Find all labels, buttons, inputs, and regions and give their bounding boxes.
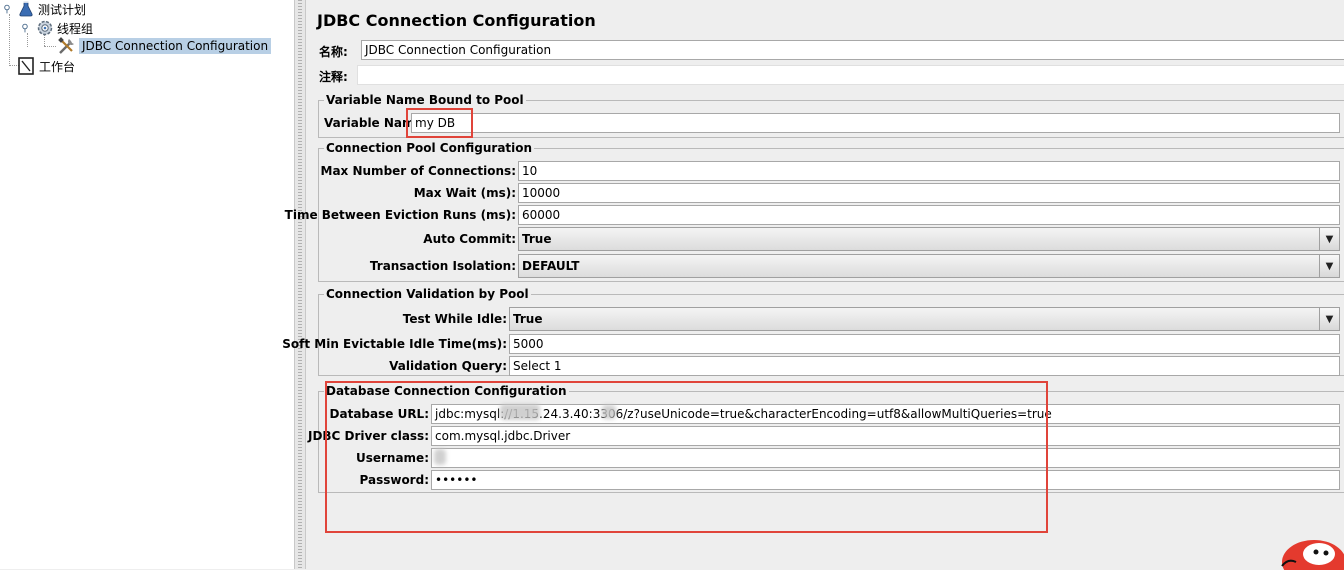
validation-query-label: Validation Query: bbox=[389, 359, 507, 373]
test-plan-tree[interactable]: ⚲ 测试计划 ⚲ 线程组 JDBC Connection Configurati… bbox=[0, 0, 294, 569]
expand-handle-icon[interactable]: ⚲ bbox=[2, 4, 12, 15]
tree-node-label: 工作台 bbox=[39, 59, 76, 74]
section-legend: Connection Validation by Pool bbox=[324, 287, 531, 301]
gear-icon bbox=[37, 20, 53, 36]
auto-commit-select[interactable]: True ▼ bbox=[518, 227, 1340, 251]
tools-icon bbox=[58, 37, 74, 54]
test-while-idle-label: Test While Idle: bbox=[402, 312, 507, 326]
transaction-isolation-value: DEFAULT bbox=[522, 259, 580, 273]
highlight-box bbox=[325, 381, 1048, 533]
tree-node-test-plan[interactable]: ⚲ 测试计划 bbox=[2, 0, 86, 18]
comment-label: 注释: bbox=[319, 70, 348, 84]
validation-query-input[interactable]: Select 1 bbox=[509, 356, 1340, 376]
tree-node-jdbc-config[interactable]: JDBC Connection Configuration bbox=[57, 37, 272, 55]
section-legend: Connection Pool Configuration bbox=[324, 141, 535, 155]
eviction-runs-input[interactable]: 60000 bbox=[518, 205, 1340, 225]
tree-node-label: 线程组 bbox=[57, 21, 94, 36]
variable-name-input[interactable]: my DB bbox=[411, 113, 1340, 133]
tree-node-workbench[interactable]: 工作台 bbox=[18, 57, 75, 75]
soft-min-idle-input[interactable]: 5000 bbox=[509, 334, 1340, 354]
highlight-box bbox=[406, 108, 473, 138]
max-wait-input[interactable]: 10000 bbox=[518, 183, 1340, 203]
pane-splitter[interactable] bbox=[294, 0, 306, 569]
expand-handle-icon[interactable]: ⚲ bbox=[20, 23, 30, 34]
chevron-down-icon[interactable]: ▼ bbox=[1319, 255, 1339, 277]
test-while-idle-select[interactable]: True ▼ bbox=[509, 307, 1340, 331]
name-label: 名称: bbox=[319, 45, 348, 59]
chevron-down-icon[interactable]: ▼ bbox=[1319, 308, 1339, 330]
test-while-idle-value: True bbox=[513, 312, 543, 326]
auto-commit-value: True bbox=[522, 232, 552, 246]
name-input[interactable]: JDBC Connection Configuration bbox=[361, 40, 1344, 60]
tree-node-thread-group[interactable]: ⚲ 线程组 bbox=[20, 19, 93, 37]
transaction-isolation-select[interactable]: DEFAULT ▼ bbox=[518, 254, 1340, 278]
flask-icon bbox=[19, 1, 33, 17]
transaction-isolation-label: Transaction Isolation: bbox=[369, 259, 516, 273]
config-panel: JDBC Connection Configuration 名称: JDBC C… bbox=[282, 0, 1344, 570]
eviction-runs-label: Time Between Eviction Runs (ms): bbox=[284, 208, 516, 222]
page-title: JDBC Connection Configuration bbox=[317, 11, 596, 30]
tree-node-label: 测试计划 bbox=[38, 2, 87, 17]
max-connections-input[interactable]: 10 bbox=[518, 161, 1340, 181]
mascot-icon bbox=[1281, 540, 1344, 570]
workbench-icon bbox=[18, 57, 34, 75]
tree-node-label: JDBC Connection Configuration bbox=[79, 38, 272, 54]
soft-min-idle-label: Soft Min Evictable Idle Time(ms): bbox=[282, 337, 507, 351]
chevron-down-icon[interactable]: ▼ bbox=[1319, 228, 1339, 250]
splitter-grip[interactable] bbox=[298, 0, 302, 569]
max-connections-label: Max Number of Connections: bbox=[320, 164, 516, 178]
auto-commit-label: Auto Commit: bbox=[423, 232, 516, 246]
section-legend: Variable Name Bound to Pool bbox=[324, 93, 526, 107]
tree-connector bbox=[9, 14, 10, 66]
comment-input[interactable] bbox=[357, 65, 1344, 85]
max-wait-label: Max Wait (ms): bbox=[413, 186, 516, 200]
tree-connector bbox=[44, 46, 56, 47]
